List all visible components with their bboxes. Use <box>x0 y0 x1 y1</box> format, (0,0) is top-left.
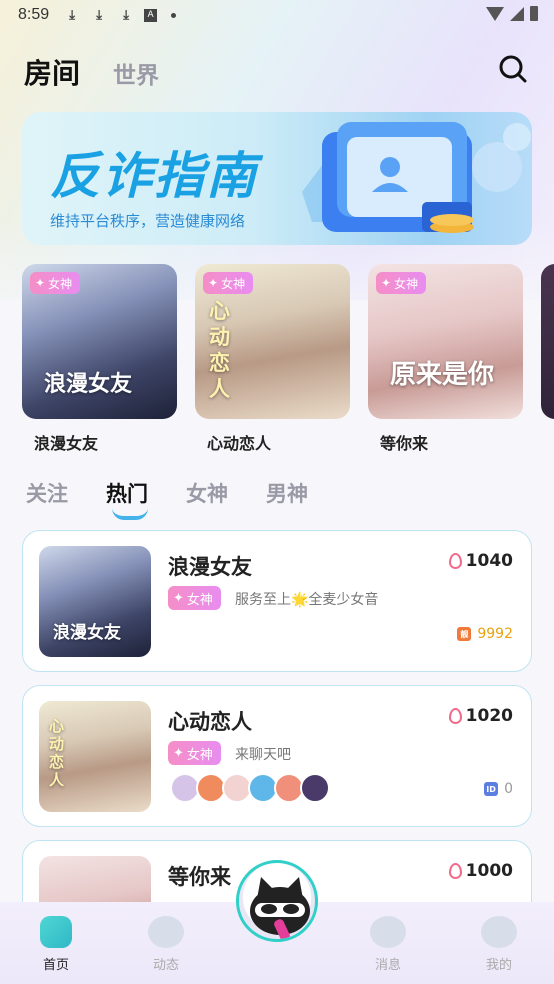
goddess-badge: ✦ 女神 <box>30 272 81 294</box>
featured-image: ✦ 女神 原来是你 <box>368 264 523 419</box>
id-card-illustration-icon <box>302 122 531 233</box>
room-heat: 1020 <box>448 706 513 726</box>
featured-image-text: 浪漫女友 <box>44 371 133 397</box>
room-heat: 1040 <box>448 551 513 571</box>
room-card[interactable]: 心动恋人 心动恋人 1020 ✦ 女神 来聊天吧 ID 0 <box>22 685 532 827</box>
tab-god[interactable]: 男神 <box>266 478 308 508</box>
room-title: 浪漫女友 <box>168 555 252 579</box>
sparkle-icon: ✦ <box>173 745 184 761</box>
goddess-badge: ✦ 女神 <box>168 741 221 765</box>
room-metric: ID 0 <box>484 781 513 797</box>
room-metric: 靓 9992 <box>457 626 513 642</box>
room-card[interactable]: 浪漫女友 浪漫女友 1040 ✦ 女神 服务至上🌟全麦少女音 靓 9992 <box>22 530 532 672</box>
download-icon: ⤓ <box>69 7 76 23</box>
flame-icon <box>448 708 462 724</box>
goddess-badge: ✦ 女神 <box>168 586 221 610</box>
featured-card-partial[interactable] <box>541 264 554 419</box>
room-title: 心动恋人 <box>168 710 252 734</box>
banner-title: 反诈指南 <box>50 147 258 205</box>
sparkle-icon: ✦ <box>173 590 184 606</box>
room-thumbnail: 心动恋人 <box>39 701 151 812</box>
goddess-badge: ✦ 女神 <box>203 272 254 294</box>
featured-card[interactable]: ✦ 女神 浪漫女友 浪漫女友 <box>22 264 177 454</box>
signal-icon <box>510 6 524 21</box>
sparkle-icon: ✦ <box>381 276 392 290</box>
room-thumbnail-text: 浪漫女友 <box>53 623 121 643</box>
nav-feed[interactable]: 动态 <box>136 916 196 973</box>
nav-mine[interactable]: 我的 <box>469 916 529 973</box>
featured-name: 心动恋人 <box>207 434 272 453</box>
room-description: 服务至上🌟全麦少女音 <box>235 592 379 608</box>
tab-goddess[interactable]: 女神 <box>186 478 228 508</box>
wifi-icon <box>486 6 504 21</box>
tab-world[interactable]: 世界 <box>113 56 159 90</box>
member-avatars <box>170 773 330 803</box>
nav-label: 我的 <box>485 958 512 973</box>
status-bar: 8:59 ⤓ ⤓ ⤓ A <box>0 0 554 30</box>
feed-icon <box>148 916 184 948</box>
mascot-icon <box>250 877 310 939</box>
featured-card[interactable]: ✦ 女神 原来是你 等你来 <box>368 264 523 454</box>
room-description: 来聊天吧 <box>235 747 291 763</box>
nav-label: 动态 <box>152 958 179 973</box>
tab-room[interactable]: 房间 <box>24 52 80 92</box>
message-icon <box>370 916 406 948</box>
battery-icon <box>530 6 538 21</box>
id-icon: ID <box>484 782 499 796</box>
flame-icon <box>448 553 462 569</box>
nav-home[interactable]: 首页 <box>26 916 86 973</box>
app-notification-icon: A <box>144 8 158 22</box>
header: 房间 世界 <box>0 50 554 94</box>
sparkle-icon: ✦ <box>35 276 46 290</box>
status-time: 8:59 <box>18 6 50 23</box>
featured-name: 等你来 <box>380 434 429 453</box>
profile-icon <box>481 916 517 948</box>
tab-hot[interactable]: 热门 <box>106 478 148 520</box>
download-icon: ⤓ <box>96 7 103 23</box>
featured-image: ✦ 女神 心动恋人 <box>195 264 350 419</box>
featured-name: 浪漫女友 <box>34 434 99 453</box>
home-icon <box>40 916 72 948</box>
featured-image-text: 原来是你 <box>390 360 495 390</box>
room-title: 等你来 <box>168 865 231 889</box>
nav-label: 首页 <box>42 958 69 973</box>
room-heat: 1000 <box>448 861 513 881</box>
featured-rooms: ✦ 女神 浪漫女友 浪漫女友 ✦ 女神 心动恋人 心动恋人 ✦ 女神 原来是你 等你来 <box>22 264 554 456</box>
coin-icon: 靓 <box>457 627 472 641</box>
download-icon: ⤓ <box>123 7 130 23</box>
featured-image-text: 心动恋人 <box>209 299 230 401</box>
nav-label: 消息 <box>374 958 401 973</box>
avatar <box>300 773 330 803</box>
bottom-nav: 首页 动态 消息 我的 <box>0 860 554 984</box>
tab-following[interactable]: 关注 <box>26 478 68 508</box>
notification-dot-icon <box>171 12 177 18</box>
featured-card[interactable]: ✦ 女神 心动恋人 心动恋人 <box>195 264 350 454</box>
sparkle-icon: ✦ <box>208 276 219 290</box>
active-tab-indicator <box>112 508 148 520</box>
search-icon[interactable] <box>498 54 528 84</box>
goddess-badge: ✦ 女神 <box>376 272 427 294</box>
banner-subtitle: 维持平台秩序，营造健康网络 <box>50 212 246 230</box>
room-thumbnail-text: 心动恋人 <box>49 717 65 789</box>
flame-icon <box>448 863 462 879</box>
center-action-button[interactable] <box>236 860 318 942</box>
featured-image <box>541 264 554 419</box>
featured-image: ✦ 女神 浪漫女友 <box>22 264 177 419</box>
nav-messages[interactable]: 消息 <box>358 916 418 973</box>
anti-fraud-banner[interactable]: 反诈指南 维持平台秩序，营造健康网络 <box>22 112 532 245</box>
room-thumbnail: 浪漫女友 <box>39 546 151 657</box>
category-tabs: 关注 热门 女神 男神 <box>26 478 346 520</box>
